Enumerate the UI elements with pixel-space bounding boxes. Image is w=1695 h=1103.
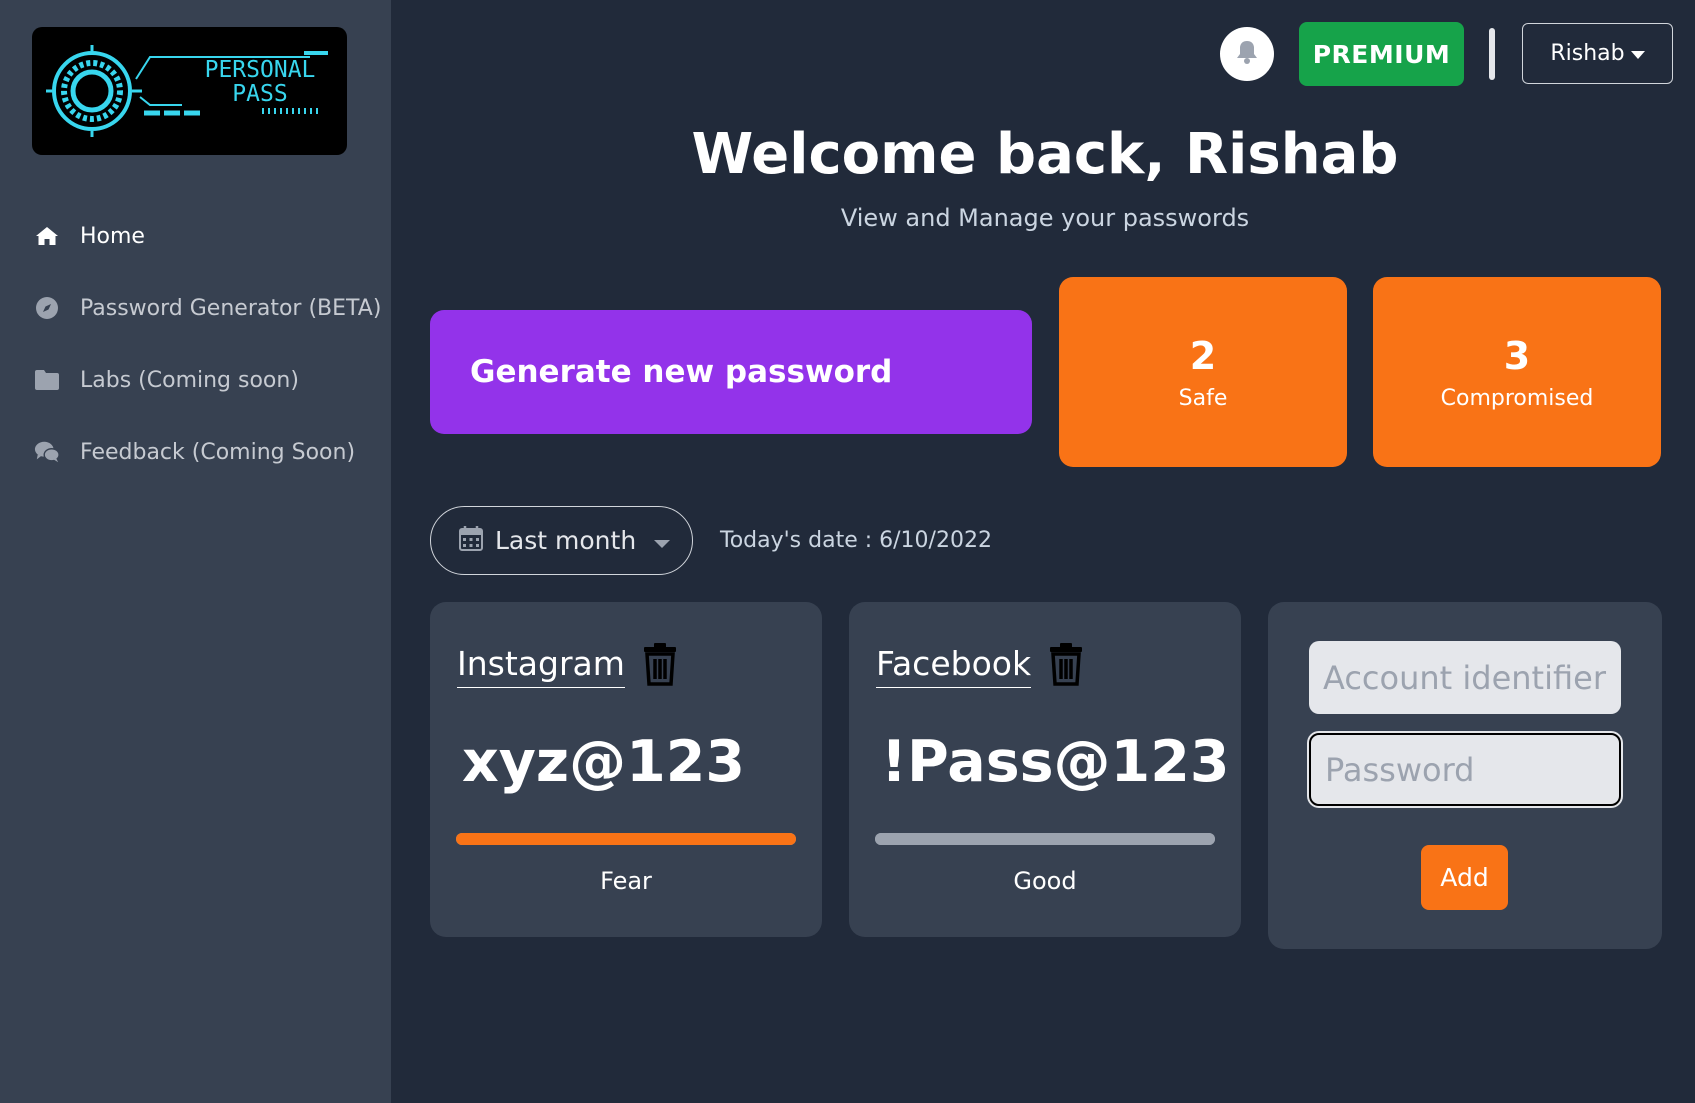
- notification-button[interactable]: [1220, 27, 1274, 81]
- password-value: xyz@123: [462, 729, 746, 795]
- sidebar-item-feedback[interactable]: Feedback (Coming Soon): [0, 416, 391, 488]
- calendar-icon: [459, 525, 483, 557]
- compromised-count: 3: [1503, 334, 1531, 378]
- home-icon: [34, 223, 60, 249]
- sidebar-nav: Home Password Generator (BETA) Labs (Com…: [0, 200, 391, 488]
- sidebar-item-home[interactable]: Home: [0, 200, 391, 272]
- account-identifier-input[interactable]: [1309, 641, 1621, 714]
- folder-icon: [34, 367, 60, 393]
- sidebar-item-labs[interactable]: Labs (Coming soon): [0, 344, 391, 416]
- compromised-stat-card[interactable]: 3 Compromised: [1373, 277, 1661, 467]
- account-name[interactable]: Instagram: [457, 644, 625, 688]
- card-title-row: Facebook: [876, 642, 1083, 690]
- today-date: Today's date : 6/10/2022: [720, 528, 992, 553]
- caret-down-icon: [654, 526, 671, 555]
- trash-icon[interactable]: [643, 642, 677, 690]
- page-title: Welcome back, Rishab: [691, 122, 1399, 187]
- add-button[interactable]: Add: [1421, 845, 1508, 910]
- card-title-row: Instagram: [457, 642, 677, 690]
- password-value: !Pass@123: [881, 729, 1230, 795]
- add-password-form: Add: [1268, 602, 1662, 949]
- compromised-label: Compromised: [1440, 386, 1594, 411]
- logo-text: PERSONAL PASS: [200, 58, 320, 106]
- trash-icon[interactable]: [1049, 642, 1083, 690]
- page-subtitle: View and Manage your passwords: [840, 204, 1250, 232]
- strength-label: Fear: [600, 867, 652, 895]
- sidebar-item-password-generator[interactable]: Password Generator (BETA): [0, 272, 391, 344]
- strength-bar-fill: [875, 833, 1215, 845]
- sidebar-item-label: Labs (Coming soon): [80, 367, 299, 393]
- sidebar-item-label: Feedback (Coming Soon): [80, 439, 356, 465]
- strength-label: Good: [1013, 867, 1077, 895]
- account-name[interactable]: Facebook: [876, 644, 1032, 688]
- strength-bar: [456, 833, 796, 845]
- bell-icon: [1235, 39, 1259, 69]
- date-range-dropdown[interactable]: Last month: [430, 506, 693, 575]
- chat-icon: [34, 439, 60, 465]
- password-card-instagram: Instagram xyz@123 Fear: [430, 602, 822, 937]
- safe-count: 2: [1189, 334, 1217, 378]
- safe-stat-card[interactable]: 2 Safe: [1059, 277, 1347, 467]
- sidebar-item-label: Home: [80, 223, 145, 249]
- generate-password-button[interactable]: Generate new password: [430, 310, 1032, 434]
- app: PERSONAL PASS Home Password Generator (B…: [0, 0, 1695, 1103]
- date-range-value: Last month: [495, 526, 637, 555]
- safe-label: Safe: [1178, 386, 1228, 411]
- logo-text-line-2: PASS: [232, 81, 288, 107]
- logo-text-line-1: PERSONAL: [204, 57, 316, 83]
- header-divider: [1489, 28, 1495, 80]
- caret-down-icon: [1630, 41, 1645, 66]
- sidebar: PERSONAL PASS Home Password Generator (B…: [0, 0, 391, 1103]
- password-input[interactable]: [1309, 733, 1621, 806]
- sidebar-item-label: Password Generator (BETA): [80, 295, 382, 321]
- strength-bar: [875, 833, 1215, 845]
- premium-button[interactable]: PREMIUM: [1299, 22, 1464, 86]
- user-name: Rishab: [1550, 41, 1625, 66]
- user-menu-button[interactable]: Rishab: [1522, 23, 1673, 84]
- strength-bar-fill: [456, 833, 796, 845]
- password-card-facebook: Facebook !Pass@123 Good: [849, 602, 1241, 937]
- compass-icon: [34, 295, 60, 321]
- personal-pass-logo[interactable]: PERSONAL PASS: [32, 27, 347, 155]
